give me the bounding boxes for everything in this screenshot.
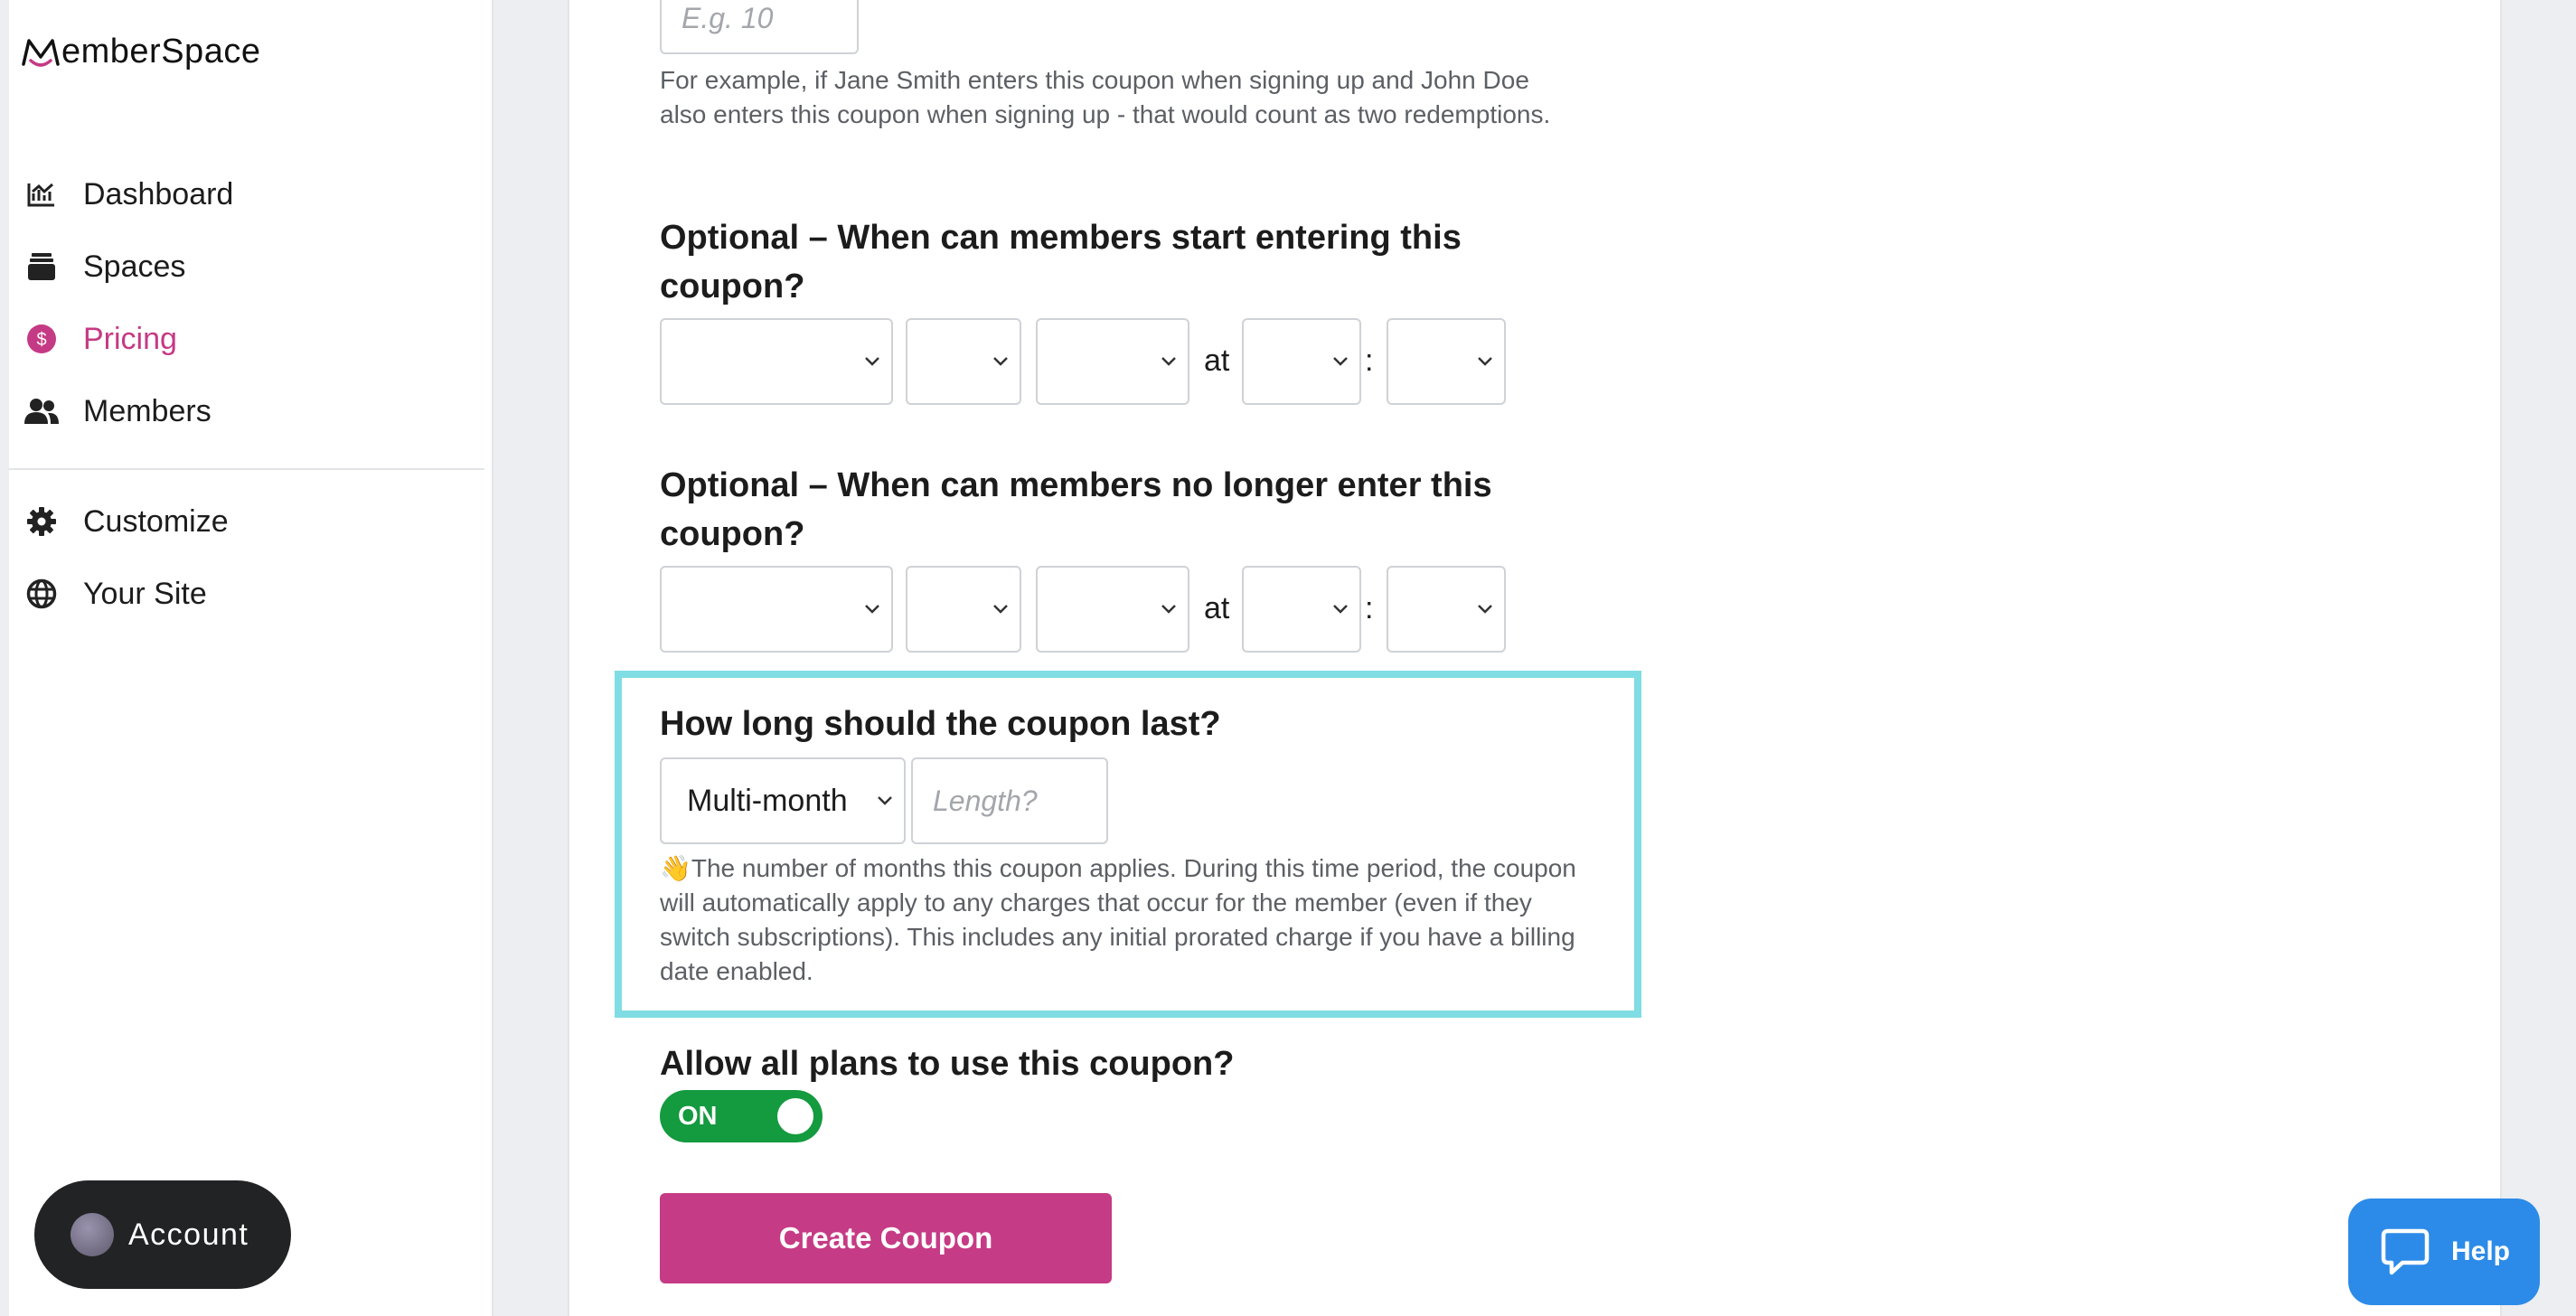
gear-icon — [24, 503, 60, 540]
duration-type-select[interactable]: Multi-month — [660, 757, 906, 844]
sidebar-divider — [9, 468, 484, 470]
sidebar-item-label: Dashboard — [83, 176, 234, 212]
start-date-label: Optional – When can members start enteri… — [660, 219, 1462, 306]
svg-text:$: $ — [36, 330, 46, 350]
create-coupon-label: Create Coupon — [778, 1221, 993, 1255]
chat-bubble-icon — [2381, 1228, 2430, 1275]
chevron-down-icon — [865, 605, 879, 614]
start-month-select[interactable] — [660, 318, 893, 405]
sidebar-item-label: Your Site — [83, 576, 207, 611]
logo-text: emberSpace — [61, 32, 261, 70]
duration-length-input[interactable] — [911, 757, 1108, 844]
end-date-label: Optional – When can members no longer en… — [660, 466, 1492, 553]
sidebar-item-label: Customize — [83, 503, 229, 539]
sidebar-item-spaces[interactable]: Spaces — [9, 235, 492, 298]
chevron-down-icon — [993, 605, 1008, 614]
all-plans-toggle[interactable]: ON — [660, 1090, 823, 1142]
sidebar-item-members[interactable]: Members — [9, 380, 492, 443]
end-minute-select[interactable] — [1387, 566, 1506, 653]
start-at-label: at — [1204, 343, 1230, 378]
chevron-down-icon — [1333, 357, 1348, 366]
memberspace-logo[interactable]: emberSpace — [20, 29, 260, 74]
account-button[interactable]: Account — [34, 1180, 291, 1289]
sidebar-item-your-site[interactable]: Your Site — [9, 562, 492, 625]
chevron-down-icon — [865, 357, 879, 366]
users-icon — [24, 393, 60, 429]
start-hour-select[interactable] — [1242, 318, 1361, 405]
duration-help: 👋The number of months this coupon applie… — [660, 854, 1576, 985]
end-month-select[interactable] — [660, 566, 893, 653]
start-year-select[interactable] — [1036, 318, 1189, 405]
max-redemptions-input[interactable] — [660, 0, 859, 54]
help-button[interactable]: Help — [2348, 1198, 2540, 1305]
start-day-select[interactable] — [906, 318, 1021, 405]
sidebar-item-dashboard[interactable]: Dashboard — [9, 163, 492, 226]
duration-label: How long should the coupon last? — [660, 705, 1221, 743]
chevron-down-icon — [993, 357, 1008, 366]
start-minute-select[interactable] — [1387, 318, 1506, 405]
layers-icon — [24, 249, 60, 285]
create-coupon-button[interactable]: Create Coupon — [660, 1193, 1112, 1283]
max-redemptions-help: For example, if Jane Smith enters this c… — [660, 66, 1551, 128]
chart-line-icon — [24, 176, 60, 212]
start-colon: : — [1365, 343, 1374, 378]
sidebar: emberSpace Dashboard Spaces $ Pricing Me… — [9, 0, 494, 1316]
help-label: Help — [2451, 1236, 2511, 1266]
all-plans-label: Allow all plans to use this coupon? — [660, 1045, 1235, 1083]
chevron-down-icon — [1333, 605, 1348, 614]
chevron-down-icon — [1161, 357, 1176, 366]
end-day-select[interactable] — [906, 566, 1021, 653]
toggle-state-label: ON — [678, 1102, 718, 1131]
avatar — [71, 1213, 114, 1256]
chevron-down-icon — [878, 796, 892, 805]
chevron-down-icon — [1161, 605, 1176, 614]
sidebar-item-label: Spaces — [83, 249, 186, 284]
end-hour-select[interactable] — [1242, 566, 1361, 653]
end-colon: : — [1365, 591, 1374, 625]
end-year-select[interactable] — [1036, 566, 1189, 653]
sidebar-item-label: Members — [83, 393, 212, 428]
chevron-down-icon — [1478, 357, 1492, 366]
chevron-down-icon — [1478, 605, 1492, 614]
duration-type-value: Multi-month — [687, 784, 848, 818]
end-at-label: at — [1204, 591, 1230, 625]
logo-mark-icon — [22, 39, 60, 67]
sidebar-item-pricing[interactable]: $ Pricing — [9, 307, 492, 371]
coupon-form-panel — [568, 0, 2502, 1316]
globe-icon — [24, 576, 60, 612]
toggle-knob — [777, 1098, 813, 1134]
account-label: Account — [128, 1217, 249, 1252]
sidebar-item-label: Pricing — [83, 321, 177, 356]
sidebar-item-customize[interactable]: Customize — [9, 490, 492, 553]
dollar-circle-icon: $ — [24, 321, 60, 357]
